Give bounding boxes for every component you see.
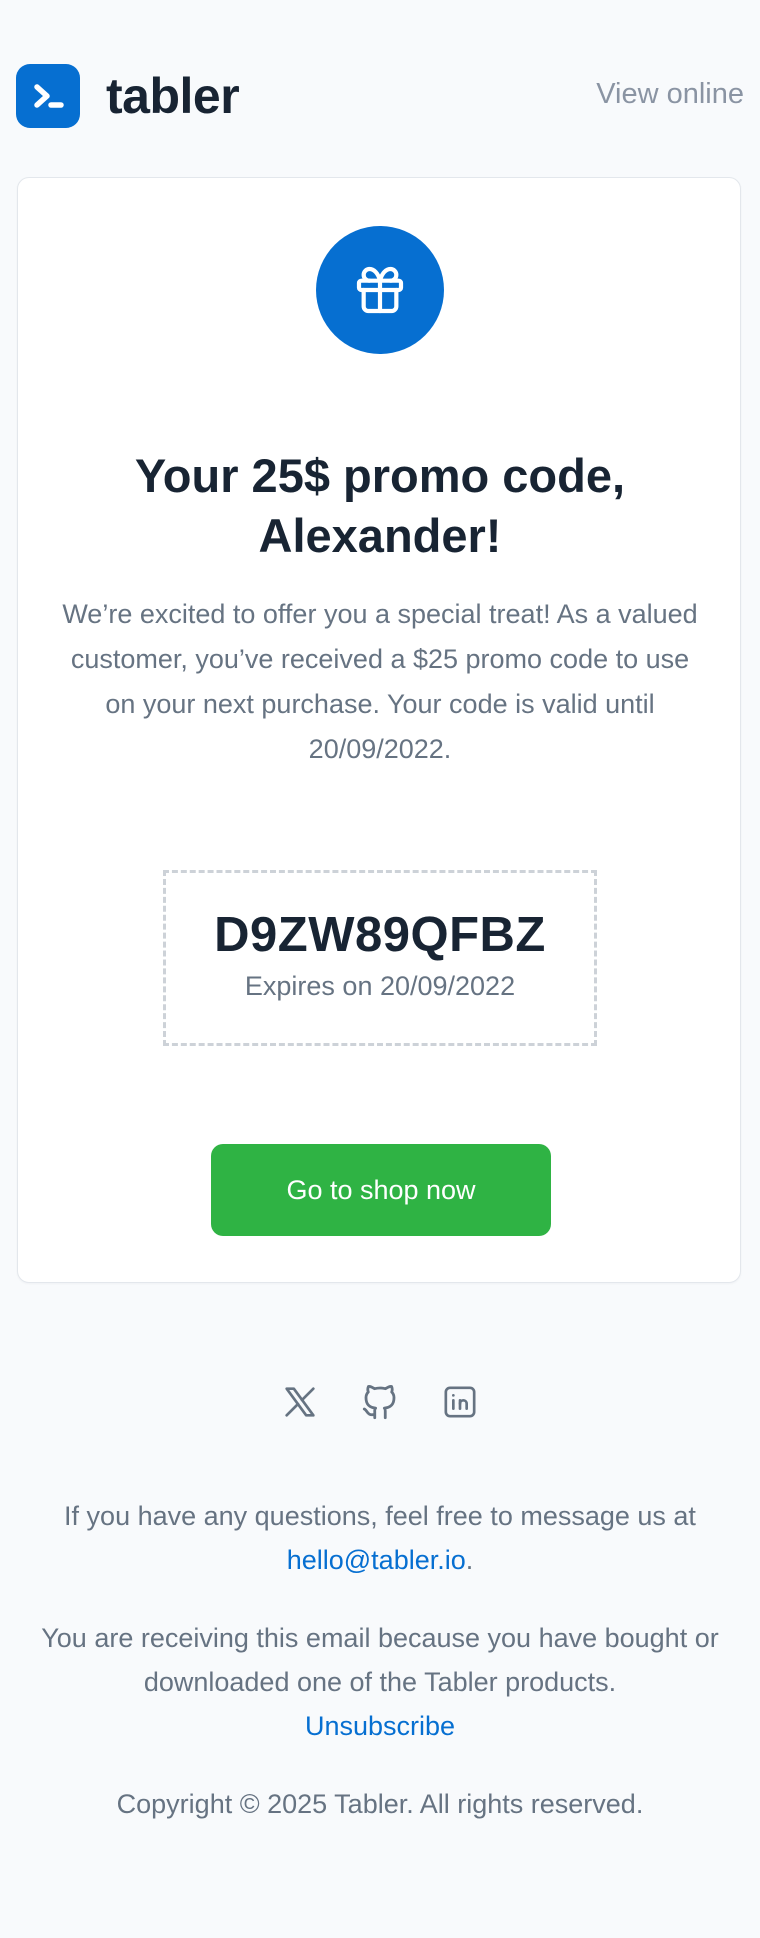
brand-name: tabler: [106, 68, 240, 124]
questions-text: If you have any questions, feel free to …: [64, 1501, 696, 1531]
questions-period: .: [465, 1545, 474, 1575]
view-online-link[interactable]: View online: [596, 78, 744, 111]
gift-icon: [316, 226, 444, 354]
promo-message: We’re excited to offer you a special tre…: [62, 599, 698, 764]
promo-card: Your 25$ promo code, Alexander! We’re ex…: [17, 177, 741, 1283]
terminal-icon: [16, 64, 80, 128]
receiving-text: You are receiving this email because you…: [41, 1623, 719, 1697]
coupon-box: D9ZW89QFBZ Expires on 20/09/2022: [163, 870, 597, 1046]
github-icon[interactable]: [358, 1380, 402, 1424]
email-footer: If you have any questions, feel free to …: [20, 1494, 740, 1826]
x-twitter-icon[interactable]: [278, 1380, 322, 1424]
copyright-text: Copyright © 2025 Tabler. All rights rese…: [116, 1789, 644, 1819]
go-to-shop-button[interactable]: Go to shop now: [211, 1144, 551, 1236]
support-email-link[interactable]: hello@tabler.io: [287, 1545, 466, 1575]
linkedin-icon[interactable]: [438, 1380, 482, 1424]
promo-title: Your 25$ promo code, Alexander!: [134, 449, 626, 562]
coupon-code: D9ZW89QFBZ: [214, 908, 546, 962]
email-header: tabler View online: [0, 0, 760, 176]
brand-logo[interactable]: tabler: [16, 64, 240, 128]
social-links: [0, 1380, 760, 1424]
questions-paragraph: If you have any questions, feel free to …: [20, 1494, 740, 1582]
coupon-expiry: Expires on 20/09/2022: [244, 971, 516, 1001]
unsubscribe-link[interactable]: Unsubscribe: [305, 1711, 455, 1741]
receiving-paragraph: You are receiving this email because you…: [20, 1616, 740, 1748]
